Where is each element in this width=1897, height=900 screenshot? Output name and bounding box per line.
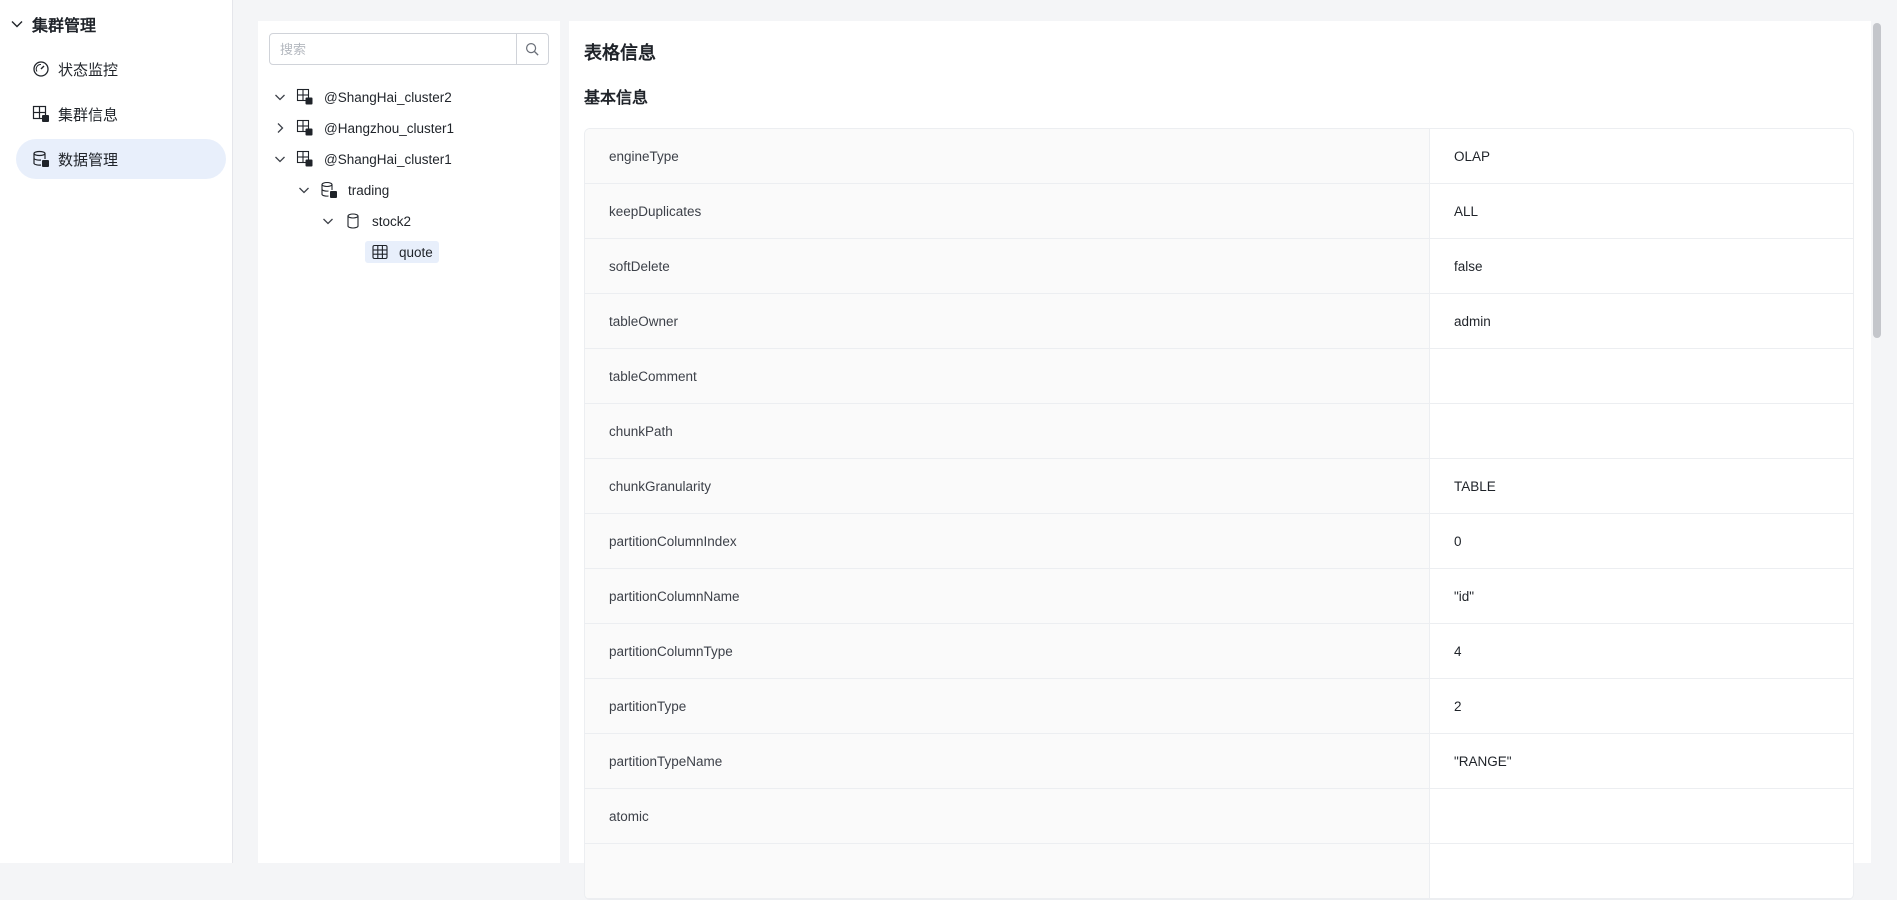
table-row: softDelete false xyxy=(585,239,1853,294)
chevron-down-icon[interactable] xyxy=(298,184,310,196)
info-key-cell: keepDuplicates xyxy=(585,184,1430,238)
tree-node-database[interactable]: trading xyxy=(298,176,389,204)
info-value-cell: false xyxy=(1430,239,1853,293)
sidebar: 集群管理 状态监控 集群信息 数据管理 xyxy=(0,0,233,863)
tree-node-cluster[interactable]: @ShangHai_cluster1 xyxy=(274,145,452,173)
table-row: atomic xyxy=(585,789,1853,844)
chevron-down-icon[interactable] xyxy=(322,215,334,227)
table-row: tableOwner admin xyxy=(585,294,1853,349)
tree-node-label: @Hangzhou_cluster1 xyxy=(324,120,455,136)
info-key-cell: chunkPath xyxy=(585,404,1430,458)
info-value-cell xyxy=(1430,789,1853,843)
table-row: partitionColumnName "id" xyxy=(585,569,1853,624)
info-key-cell: chunkGranularity xyxy=(585,459,1430,513)
info-key-cell: partitionTypeName xyxy=(585,734,1430,788)
gauge-icon xyxy=(32,60,50,78)
cluster-icon xyxy=(296,88,314,106)
info-key-cell: partitionType xyxy=(585,679,1430,733)
cluster-icon xyxy=(32,105,50,123)
tree-node-table[interactable]: quote xyxy=(365,238,439,266)
table-row: partitionColumnType 4 xyxy=(585,624,1853,679)
search-button[interactable] xyxy=(516,34,548,64)
table-row: keepDuplicates ALL xyxy=(585,184,1853,239)
cylinder-icon xyxy=(344,212,362,230)
tree-node-cluster[interactable]: @ShangHai_cluster2 xyxy=(274,83,452,111)
info-value-cell: TABLE xyxy=(1430,459,1853,513)
chevron-down-icon[interactable] xyxy=(274,153,286,165)
cluster-icon xyxy=(296,150,314,168)
chevron-right-icon[interactable] xyxy=(274,122,286,134)
sidebar-item-label: 集群信息 xyxy=(58,106,119,124)
page-title: 表格信息 xyxy=(584,43,656,63)
info-value-cell: OLAP xyxy=(1430,129,1853,183)
info-value-cell: ALL xyxy=(1430,184,1853,238)
table-info-panel: 表格信息 基本信息 engineType OLAP keepDuplicates AL… xyxy=(569,21,1871,900)
database-icon xyxy=(32,150,50,168)
info-value-cell: 2 xyxy=(1430,679,1853,733)
tree-node-label: stock2 xyxy=(372,213,412,229)
info-key-cell xyxy=(585,844,1430,898)
tree-node-cluster[interactable]: @Hangzhou_cluster1 xyxy=(274,114,454,142)
tree-node-label: @ShangHai_cluster1 xyxy=(324,151,452,167)
info-key-cell: tableOwner xyxy=(585,294,1430,348)
search-icon xyxy=(525,42,539,56)
info-key-cell: partitionColumnType xyxy=(585,624,1430,678)
table-row: engineType OLAP xyxy=(585,129,1853,184)
sidebar-item-label: 状态监控 xyxy=(58,61,119,79)
table-row: chunkGranularity TABLE xyxy=(585,459,1853,514)
basic-info-table: engineType OLAP keepDuplicates ALL softDelet… xyxy=(584,128,1854,900)
sidebar-group-cluster-management[interactable]: 集群管理 xyxy=(10,12,96,36)
info-value-cell: 4 xyxy=(1430,624,1853,678)
sidebar-item-status-monitor[interactable]: 状态监控 xyxy=(16,49,226,89)
table-icon xyxy=(371,243,389,261)
info-value-cell xyxy=(1430,844,1853,898)
tree-node-label: quote xyxy=(399,244,433,260)
table-row xyxy=(585,844,1853,899)
tree-search xyxy=(269,33,549,65)
info-key-cell: atomic xyxy=(585,789,1430,843)
sidebar-item-data-management[interactable]: 数据管理 xyxy=(16,139,226,179)
info-key-cell: partitionColumnName xyxy=(585,569,1430,623)
info-key-cell: engineType xyxy=(585,129,1430,183)
section-title: 基本信息 xyxy=(584,90,649,107)
database-icon xyxy=(320,181,338,199)
info-key-cell: softDelete xyxy=(585,239,1430,293)
table-row: partitionColumnIndex 0 xyxy=(585,514,1853,569)
search-input[interactable] xyxy=(270,34,516,64)
info-key-cell: partitionColumnIndex xyxy=(585,514,1430,568)
info-value-cell: "RANGE" xyxy=(1430,734,1853,788)
info-value-cell: admin xyxy=(1430,294,1853,348)
info-value-cell xyxy=(1430,404,1853,458)
info-value-cell xyxy=(1430,349,1853,403)
sidebar-item-label: 数据管理 xyxy=(58,151,119,169)
tree-node-selected-highlight[interactable]: quote xyxy=(365,241,439,263)
vertical-scrollbar[interactable] xyxy=(1871,21,1883,863)
table-row: partitionType 2 xyxy=(585,679,1853,734)
tree-panel: @ShangHai_cluster2 @Hangzhou_cluster1 @S… xyxy=(258,21,560,863)
info-value-cell: 0 xyxy=(1430,514,1853,568)
sidebar-group-label: 集群管理 xyxy=(32,18,97,35)
table-row: partitionTypeName "RANGE" xyxy=(585,734,1853,789)
table-row: tableComment xyxy=(585,349,1853,404)
chevron-down-icon[interactable] xyxy=(274,91,286,103)
chevron-down-icon xyxy=(11,21,23,28)
tree-node-label: trading xyxy=(348,182,390,198)
scroll-thumb[interactable] xyxy=(1873,23,1881,338)
cluster-icon xyxy=(296,119,314,137)
table-row: chunkPath xyxy=(585,404,1853,459)
tree-node-label: @ShangHai_cluster2 xyxy=(324,89,452,105)
info-key-cell: tableComment xyxy=(585,349,1430,403)
sidebar-item-cluster-info[interactable]: 集群信息 xyxy=(16,94,226,134)
tree-node-schema[interactable]: stock2 xyxy=(322,207,411,235)
info-value-cell: "id" xyxy=(1430,569,1853,623)
